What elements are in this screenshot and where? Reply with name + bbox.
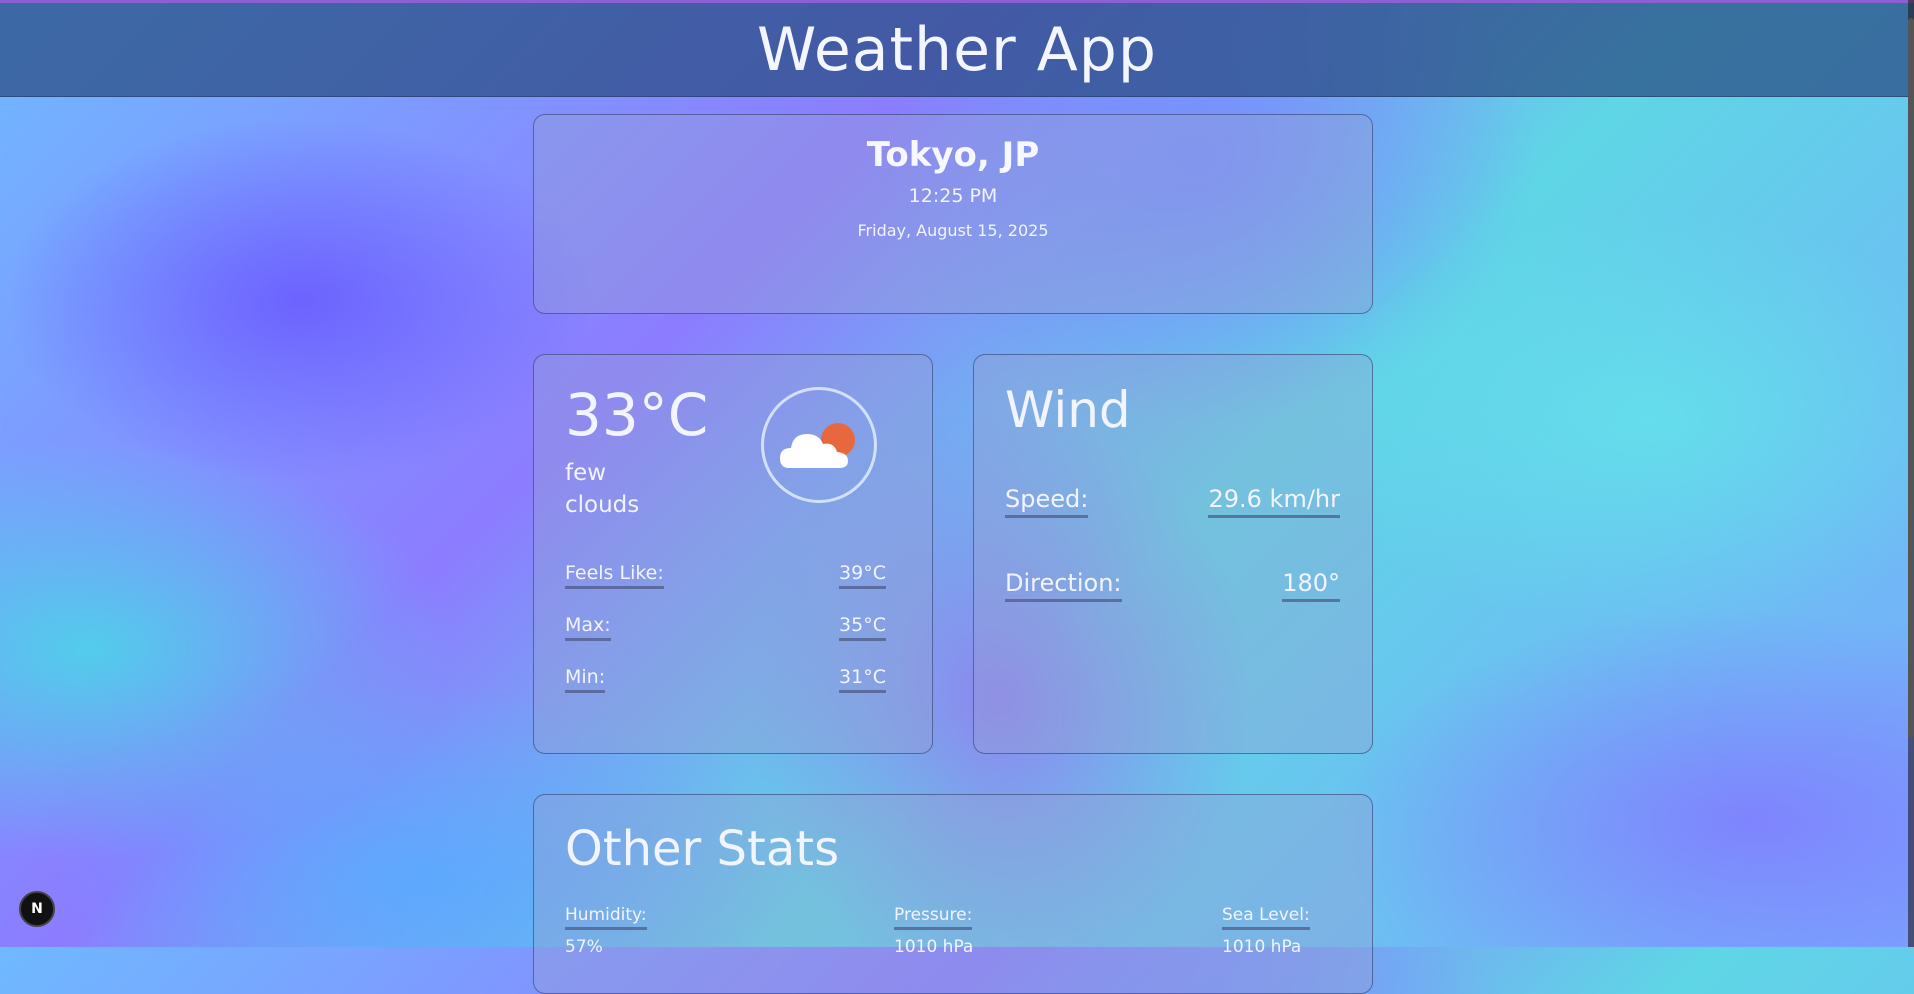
sea-level-label: Sea Level: bbox=[1222, 905, 1310, 930]
pressure-label: Pressure: bbox=[894, 905, 973, 930]
wind-speed-value: 29.6 km/hr bbox=[1208, 485, 1340, 518]
min-label: Min: bbox=[565, 666, 606, 693]
scrollbar-thumb[interactable] bbox=[1908, 18, 1914, 738]
min-value: 31°C bbox=[839, 666, 886, 693]
wind-speed-label: Speed: bbox=[1005, 485, 1089, 518]
other-stats-card: Other Stats Humidity: 57% Pressure: 1010… bbox=[533, 794, 1373, 994]
weather-description: few clouds bbox=[565, 457, 685, 521]
app-header: Weather App bbox=[0, 0, 1914, 97]
wind-direction-value: 180° bbox=[1282, 569, 1340, 602]
local-time: 12:25 PM bbox=[908, 185, 998, 207]
wind-card: Wind Speed: 29.6 km/hr Direction: 180° bbox=[973, 354, 1373, 754]
max-temp-row: Max: 35°C bbox=[565, 614, 886, 641]
current-temperature: 33°C bbox=[565, 381, 709, 449]
dev-tools-badge-label: N bbox=[31, 901, 43, 917]
wind-speed-row: Speed: 29.6 km/hr bbox=[1005, 485, 1340, 518]
max-value: 35°C bbox=[839, 614, 886, 641]
feels-like-row: Feels Like: 39°C bbox=[565, 562, 886, 589]
description-line-2: clouds bbox=[565, 492, 640, 518]
wind-title: Wind bbox=[1005, 381, 1131, 439]
dev-tools-badge[interactable]: N bbox=[19, 891, 55, 927]
max-label: Max: bbox=[565, 614, 611, 641]
humidity-value: 57% bbox=[565, 937, 603, 957]
min-temp-row: Min: 31°C bbox=[565, 666, 886, 693]
city-name: Tokyo, JP bbox=[866, 135, 1040, 175]
description-line-1: few bbox=[565, 460, 607, 486]
location-card: Tokyo, JP 12:25 PM Friday, August 15, 20… bbox=[533, 114, 1373, 314]
page-scrollbar[interactable] bbox=[1908, 0, 1914, 947]
temperature-card: 33°C few clouds Feels Like: 39°C Max: 35… bbox=[533, 354, 933, 754]
pressure-value: 1010 hPa bbox=[894, 937, 974, 957]
app-title: Weather App bbox=[757, 14, 1157, 85]
local-date: Friday, August 15, 2025 bbox=[857, 221, 1049, 240]
humidity-label: Humidity: bbox=[565, 905, 647, 930]
other-stats-title: Other Stats bbox=[565, 821, 840, 877]
feels-like-value: 39°C bbox=[839, 562, 886, 589]
wind-direction-row: Direction: 180° bbox=[1005, 569, 1340, 602]
feels-like-label: Feels Like: bbox=[565, 562, 664, 589]
sea-level-value: 1010 hPa bbox=[1222, 937, 1302, 957]
wind-direction-label: Direction: bbox=[1005, 569, 1122, 602]
partly-cloudy-icon bbox=[761, 387, 877, 503]
